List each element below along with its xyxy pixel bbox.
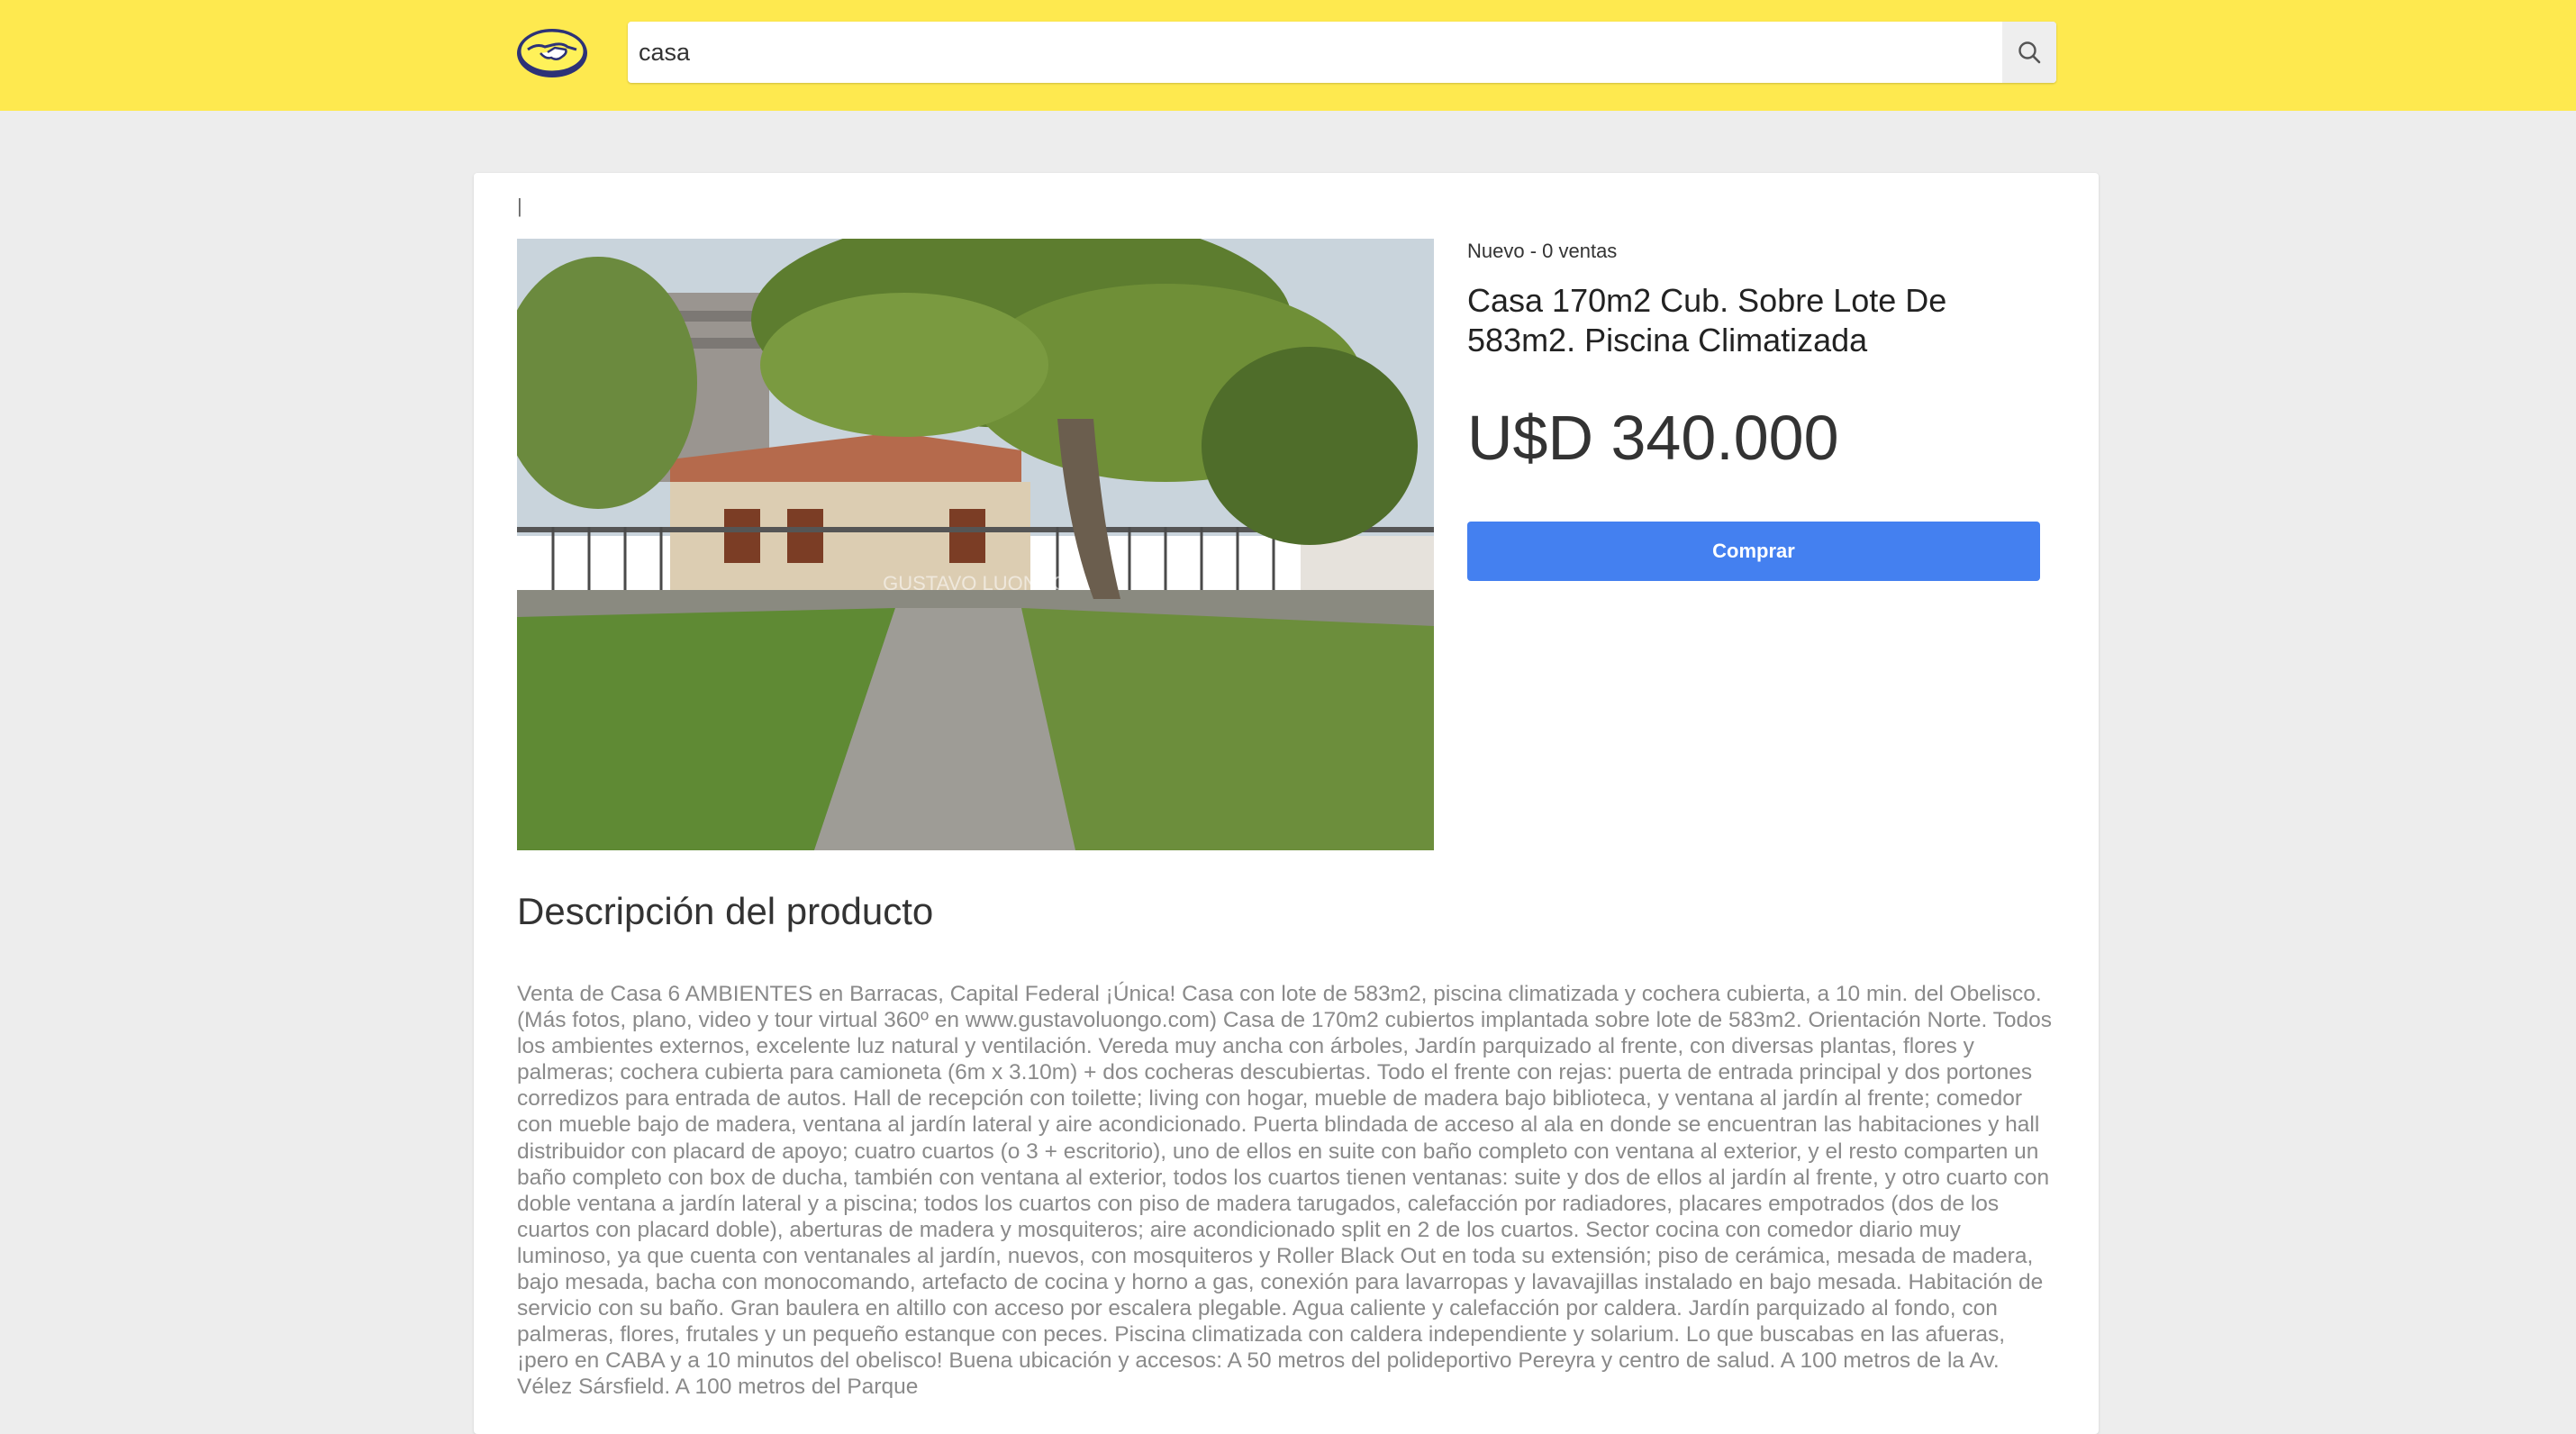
product-title: Casa 170m2 Cub. Sobre Lote De 583m2. Pis…: [1467, 282, 1947, 358]
description-heading: Descripción del producto: [517, 890, 934, 932]
search-input[interactable]: [628, 22, 2002, 83]
search-icon: [2018, 41, 2041, 64]
product-image[interactable]: GUSTAVO LUONGO: [517, 239, 1434, 850]
product-card: | GUSTAVO LUONGO Nuevo - 0 ventas Casa 1…: [474, 173, 2099, 1434]
header-bar: [0, 0, 2576, 111]
description-text: Venta de Casa 6 AMBIENTES en Barracas, C…: [517, 982, 2053, 1400]
breadcrumb: |: [517, 195, 522, 217]
product-price: U$D 340.000: [1467, 403, 1839, 473]
buy-button[interactable]: Comprar: [1467, 522, 2040, 581]
search-box: [628, 22, 2056, 83]
mercadolibre-logo-icon[interactable]: [515, 25, 589, 81]
image-watermark: GUSTAVO LUONGO: [883, 572, 1068, 594]
search-button[interactable]: [2002, 22, 2056, 83]
product-condition: Nuevo - 0 ventas: [1467, 240, 1618, 262]
